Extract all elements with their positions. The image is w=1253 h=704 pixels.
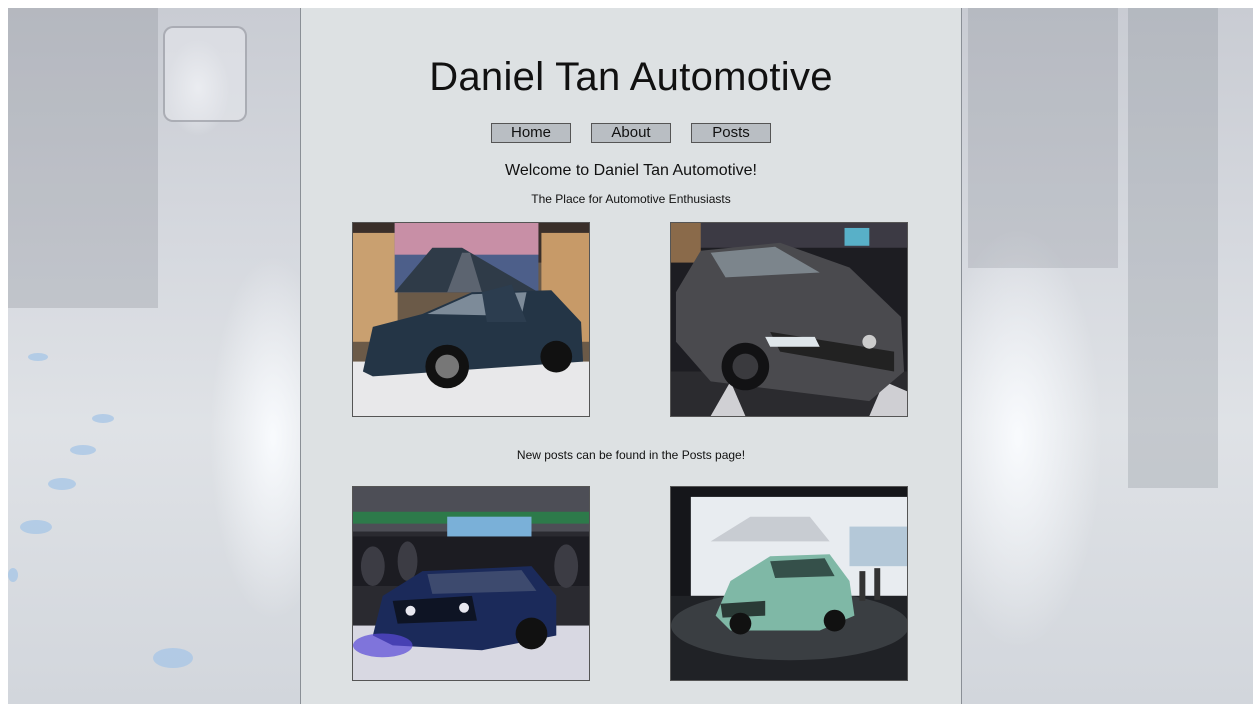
- main-navigation: Home About Posts: [301, 123, 961, 143]
- tagline-text: The Place for Automotive Enthusiasts: [531, 192, 731, 206]
- nav-home-button[interactable]: Home: [491, 123, 571, 143]
- nav-about-button[interactable]: About: [591, 123, 671, 143]
- background-light-dot: [70, 445, 96, 455]
- car-photo-sports-car: [670, 486, 908, 681]
- background-crowd-shape: [8, 8, 158, 308]
- background-light-dot: [20, 520, 52, 534]
- car-photo-suv: [352, 222, 590, 417]
- background-light-dot: [8, 568, 18, 582]
- welcome-heading: Welcome to Daniel Tan Automotive!: [505, 162, 757, 179]
- main-content-panel: Daniel Tan Automotive Home About Posts W…: [300, 8, 962, 704]
- posts-notice-text: New posts can be found in the Posts page…: [516, 448, 746, 462]
- background-light-dot: [28, 353, 48, 361]
- nav-posts-button[interactable]: Posts: [691, 123, 771, 143]
- background-crowd-shape-right: [968, 8, 1118, 268]
- background-charger-shape: [163, 26, 247, 122]
- car-photo-sedan: [670, 222, 908, 417]
- car-photo-muscle-car: [352, 486, 590, 681]
- background-light-dot: [153, 648, 193, 668]
- site-title: Daniel Tan Automotive: [429, 55, 833, 99]
- page-background: Daniel Tan Automotive Home About Posts W…: [8, 8, 1253, 704]
- background-light-dot: [48, 478, 76, 490]
- background-light-dot: [92, 414, 114, 423]
- background-pillar-shape: [1128, 8, 1218, 488]
